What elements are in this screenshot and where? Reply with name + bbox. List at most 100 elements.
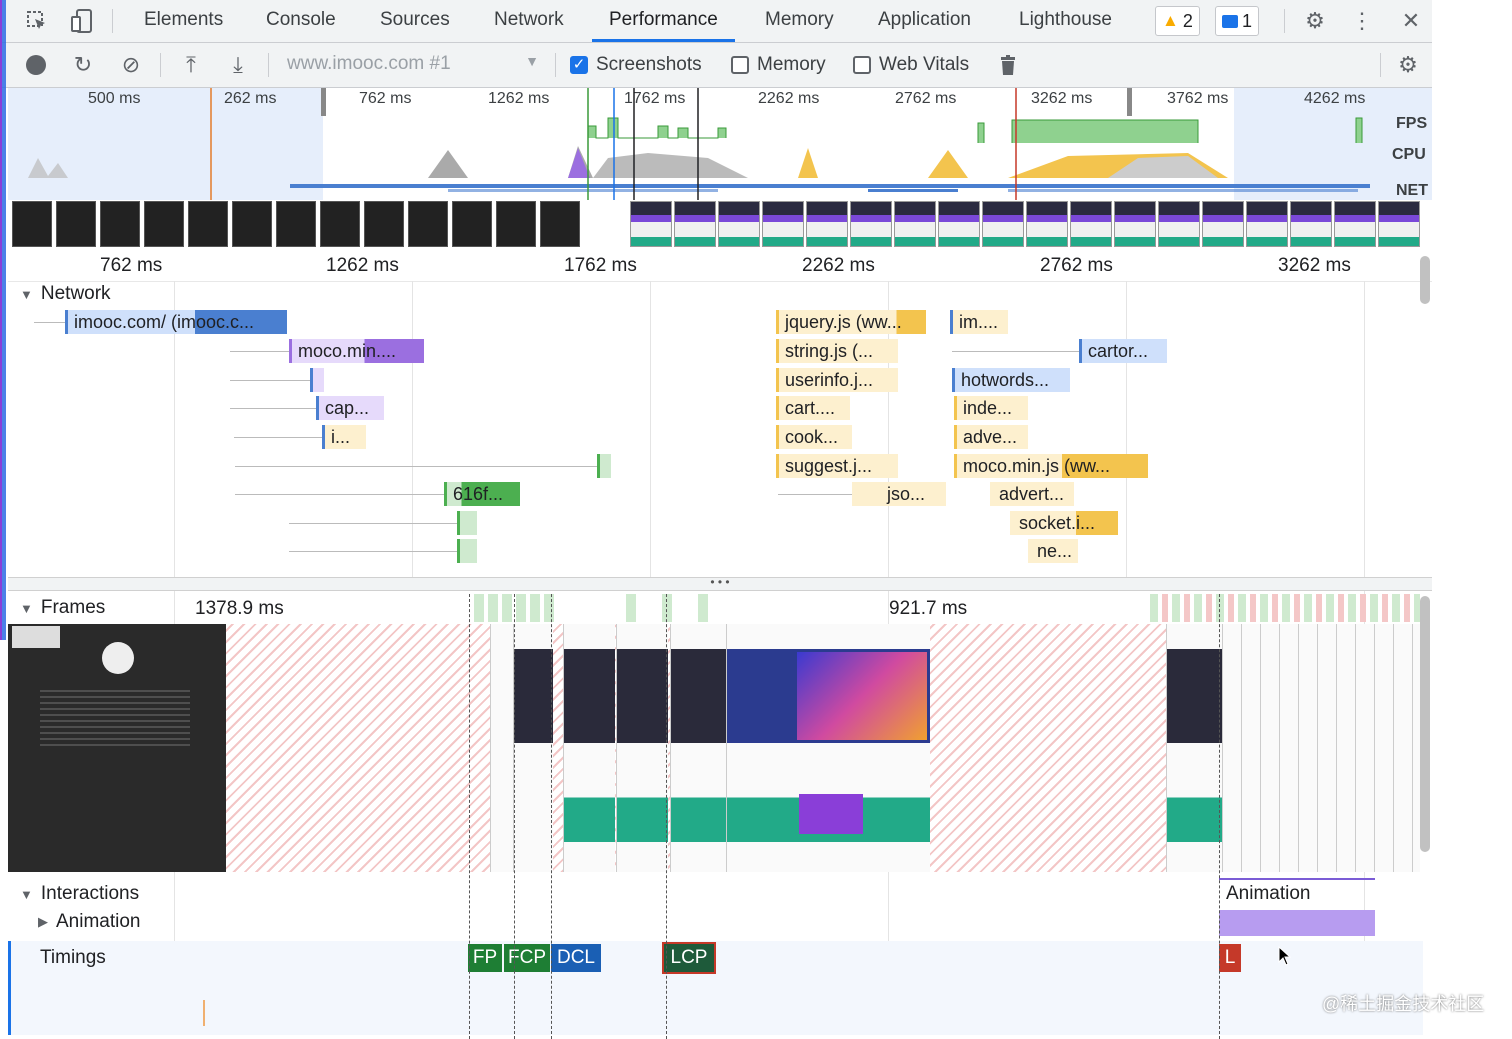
frame-screenshot[interactable]: [616, 624, 668, 872]
timing-tick: [203, 1000, 205, 1026]
frame-screenshot-stack[interactable]: [1222, 624, 1420, 872]
request-wait-line: [230, 408, 316, 409]
clear-button[interactable]: ⊘: [116, 50, 146, 80]
network-request[interactable]: userinfo.j...: [776, 368, 898, 392]
load-profile-button[interactable]: ⤒: [176, 50, 206, 80]
grid-line: [1126, 281, 1127, 581]
network-request[interactable]: cartor...: [1079, 339, 1167, 363]
timeline-overview[interactable]: 500 ms 262 ms 762 ms 1262 ms 1762 ms 226…: [8, 88, 1432, 250]
download-icon: ⤓: [233, 52, 243, 77]
close-icon[interactable]: ✕: [1396, 6, 1426, 36]
animation-track-header[interactable]: ▶ Animation: [38, 911, 141, 933]
panel-resize-handle[interactable]: • • •: [8, 576, 1432, 591]
frame-screenshot[interactable]: [670, 624, 726, 872]
timing-marker-load[interactable]: L: [1219, 944, 1241, 972]
network-request[interactable]: jquery.js (ww...: [776, 310, 926, 334]
reload-profile-button[interactable]: ↻: [68, 50, 98, 80]
network-request[interactable]: socket.i...: [1010, 511, 1118, 535]
screenshot-thumbnail: [496, 201, 536, 247]
network-scrollbar[interactable]: [1420, 256, 1430, 304]
more-options-icon[interactable]: ⋮: [1347, 6, 1377, 36]
message-icon: [1222, 14, 1238, 28]
screenshot-thumbnail: [1026, 201, 1068, 247]
tab-lighthouse[interactable]: Lighthouse: [1019, 0, 1112, 42]
tab-sources[interactable]: Sources: [380, 0, 450, 42]
network-request[interactable]: cart....: [776, 396, 850, 420]
network-request[interactable]: imooc.com/ (imooc.c...: [65, 310, 287, 334]
network-request[interactable]: moco.min....: [289, 339, 424, 363]
network-request[interactable]: ne...: [1028, 539, 1078, 563]
screenshot-thumbnail: [762, 201, 804, 247]
expand-triangle-icon: ▼: [20, 286, 33, 302]
network-track-header[interactable]: ▼ Network: [20, 283, 111, 305]
network-request[interactable]: 616f...: [444, 482, 520, 506]
frame-screenshot[interactable]: [513, 624, 553, 872]
tab-network[interactable]: Network: [494, 0, 564, 42]
window-edge-accent: [0, 0, 2, 640]
network-request[interactable]: jso...: [852, 482, 946, 506]
tab-application[interactable]: Application: [878, 0, 971, 42]
warnings-badge[interactable]: ▲ 2: [1155, 6, 1200, 36]
main-scrollbar[interactable]: [1420, 596, 1430, 852]
watermark: @稀土掘金技术社区: [1322, 994, 1485, 1014]
network-request[interactable]: [597, 454, 611, 478]
web-vitals-checkbox[interactable]: Web Vitals: [853, 54, 969, 76]
network-request[interactable]: cook...: [776, 425, 852, 449]
network-request[interactable]: adve...: [954, 425, 1028, 449]
timings-track: [8, 941, 1423, 1035]
memory-label: Memory: [757, 54, 826, 75]
network-request[interactable]: inde...: [954, 396, 1028, 420]
network-request[interactable]: i...: [322, 425, 366, 449]
network-request[interactable]: [457, 511, 477, 535]
save-profile-button[interactable]: ⤓: [223, 50, 253, 80]
screenshot-thumbnail: [1114, 201, 1156, 247]
memory-checkbox[interactable]: Memory: [731, 54, 826, 76]
request-wait-line: [235, 466, 597, 467]
network-request[interactable]: im....: [950, 310, 1008, 334]
tab-memory[interactable]: Memory: [765, 0, 834, 42]
network-request[interactable]: hotwords...: [952, 368, 1070, 392]
tab-console[interactable]: Console: [266, 0, 336, 42]
mouse-cursor-icon: [1278, 946, 1292, 966]
screenshot-thumbnail: [982, 201, 1024, 247]
capture-settings-gear-icon[interactable]: ⚙: [1393, 50, 1423, 80]
network-request[interactable]: string.js (...: [776, 339, 898, 363]
device-toolbar-icon[interactable]: [67, 6, 97, 36]
inspect-element-icon[interactable]: [22, 6, 52, 36]
settings-gear-icon[interactable]: ⚙: [1300, 6, 1330, 36]
interactions-track-header[interactable]: ▼ Interactions: [20, 883, 139, 905]
network-request[interactable]: suggest.j...: [776, 454, 898, 478]
screenshots-checkbox[interactable]: ✓ Screenshots: [570, 54, 702, 76]
network-track-title: Network: [40, 283, 111, 304]
network-request[interactable]: [310, 368, 324, 392]
network-request[interactable]: [457, 539, 477, 563]
messages-badge[interactable]: 1: [1215, 6, 1260, 36]
tab-performance[interactable]: Performance: [592, 0, 735, 42]
network-request[interactable]: moco.min.js (ww...: [954, 454, 1148, 478]
frames-track[interactable]: [8, 624, 1420, 872]
frame-screenshot[interactable]: [8, 624, 226, 872]
frame-screenshot[interactable]: [563, 624, 615, 872]
network-request[interactable]: advert...: [990, 482, 1074, 506]
profile-select[interactable]: www.imooc.com #1 ▼: [287, 53, 543, 77]
banner-image: [797, 652, 927, 740]
frame-screenshot[interactable]: [1166, 624, 1222, 872]
screenshots-label: Screenshots: [596, 54, 702, 75]
record-button[interactable]: [21, 50, 51, 80]
screenshot-thumbnail: [850, 201, 892, 247]
network-request[interactable]: cap...: [316, 396, 384, 420]
collect-garbage-button[interactable]: [993, 50, 1023, 80]
timing-marker-fcp[interactable]: FCP: [504, 944, 550, 972]
frame-screenshot[interactable]: [726, 624, 930, 872]
timing-marker-dcl[interactable]: DCL: [551, 944, 601, 972]
frames-track-header[interactable]: ▼ Frames: [20, 597, 105, 619]
marker-line: [551, 594, 552, 1039]
animation-bar[interactable]: [1219, 910, 1375, 936]
timing-marker-fp[interactable]: FP: [468, 944, 502, 972]
screenshot-thumbnail: [100, 201, 140, 247]
overview-activity-graph: [28, 88, 1370, 200]
divider: [268, 53, 269, 77]
screenshot-thumbnail: [1246, 201, 1288, 247]
timing-marker-lcp[interactable]: LCP: [662, 942, 716, 974]
tab-elements[interactable]: Elements: [144, 0, 223, 42]
